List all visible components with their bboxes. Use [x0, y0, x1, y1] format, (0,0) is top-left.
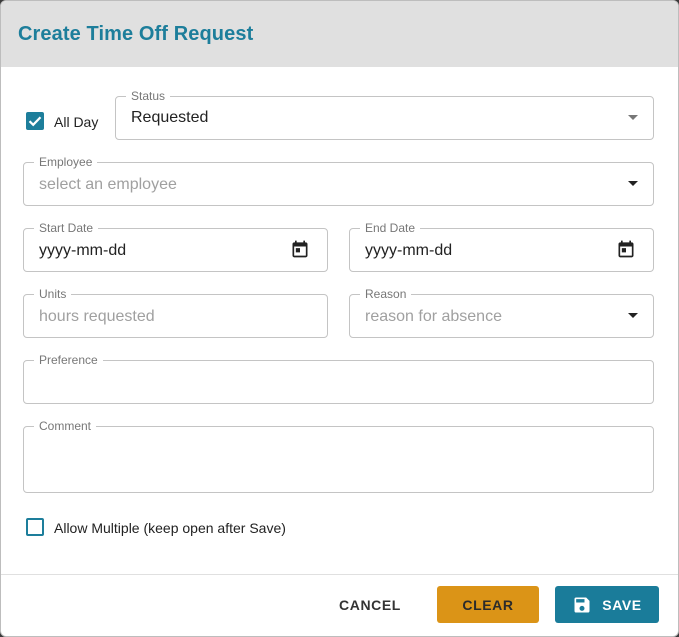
all-day-label: All Day	[54, 114, 99, 130]
status-select[interactable]: Status Requested	[115, 89, 654, 140]
units-input[interactable]: Units hours requested	[23, 287, 328, 338]
chevron-down-icon	[628, 313, 638, 318]
save-button[interactable]: SAVE	[555, 586, 659, 623]
save-button-label: SAVE	[602, 596, 642, 613]
floppy-disk-icon	[574, 597, 590, 612]
comment-textarea[interactable]: Comment	[23, 419, 654, 493]
footer-divider	[1, 574, 678, 575]
dialog-header: Create Time Off Request	[1, 1, 678, 67]
allow-multiple-checkbox[interactable]	[26, 518, 44, 536]
employee-placeholder: select an employee	[39, 176, 177, 193]
preference-label: Preference	[34, 353, 103, 367]
employee-select[interactable]: Employee select an employee	[23, 155, 654, 206]
end-date-label: End Date	[360, 221, 421, 235]
all-day-checkbox[interactable]	[26, 112, 44, 130]
start-date-label: Start Date	[34, 221, 99, 235]
employee-label: Employee	[34, 155, 98, 169]
comment-label: Comment	[34, 419, 97, 433]
chevron-down-icon	[628, 181, 638, 186]
calendar-icon[interactable]	[616, 239, 636, 259]
status-value: Requested	[131, 109, 209, 126]
reason-placeholder: reason for absence	[365, 308, 502, 325]
calendar-icon[interactable]	[290, 239, 310, 259]
reason-select[interactable]: Reason reason for absence	[349, 287, 654, 338]
allow-multiple-label: Allow Multiple (keep open after Save)	[54, 520, 286, 536]
units-label: Units	[34, 287, 72, 301]
end-date-value: yyyy-mm-dd	[365, 242, 453, 259]
clear-button[interactable]: CLEAR	[437, 586, 539, 623]
status-label: Status	[126, 89, 171, 103]
chevron-down-icon	[628, 115, 638, 120]
checkmark-icon	[28, 116, 42, 127]
preference-input[interactable]: Preference	[23, 353, 654, 404]
reason-label: Reason	[360, 287, 412, 301]
time-off-dialog: Create Time Off Request All Day Status R…	[0, 0, 679, 637]
cancel-button[interactable]: CANCEL	[331, 586, 409, 623]
clear-button-label: CLEAR	[462, 596, 514, 613]
start-date-field[interactable]: Start Date yyyy-mm-dd	[23, 221, 328, 272]
start-date-value: yyyy-mm-dd	[39, 242, 127, 259]
units-placeholder: hours requested	[39, 308, 155, 325]
cancel-button-label: CANCEL	[339, 596, 401, 613]
dialog-title: Create Time Off Request	[18, 23, 254, 45]
end-date-field[interactable]: End Date yyyy-mm-dd	[349, 221, 654, 272]
